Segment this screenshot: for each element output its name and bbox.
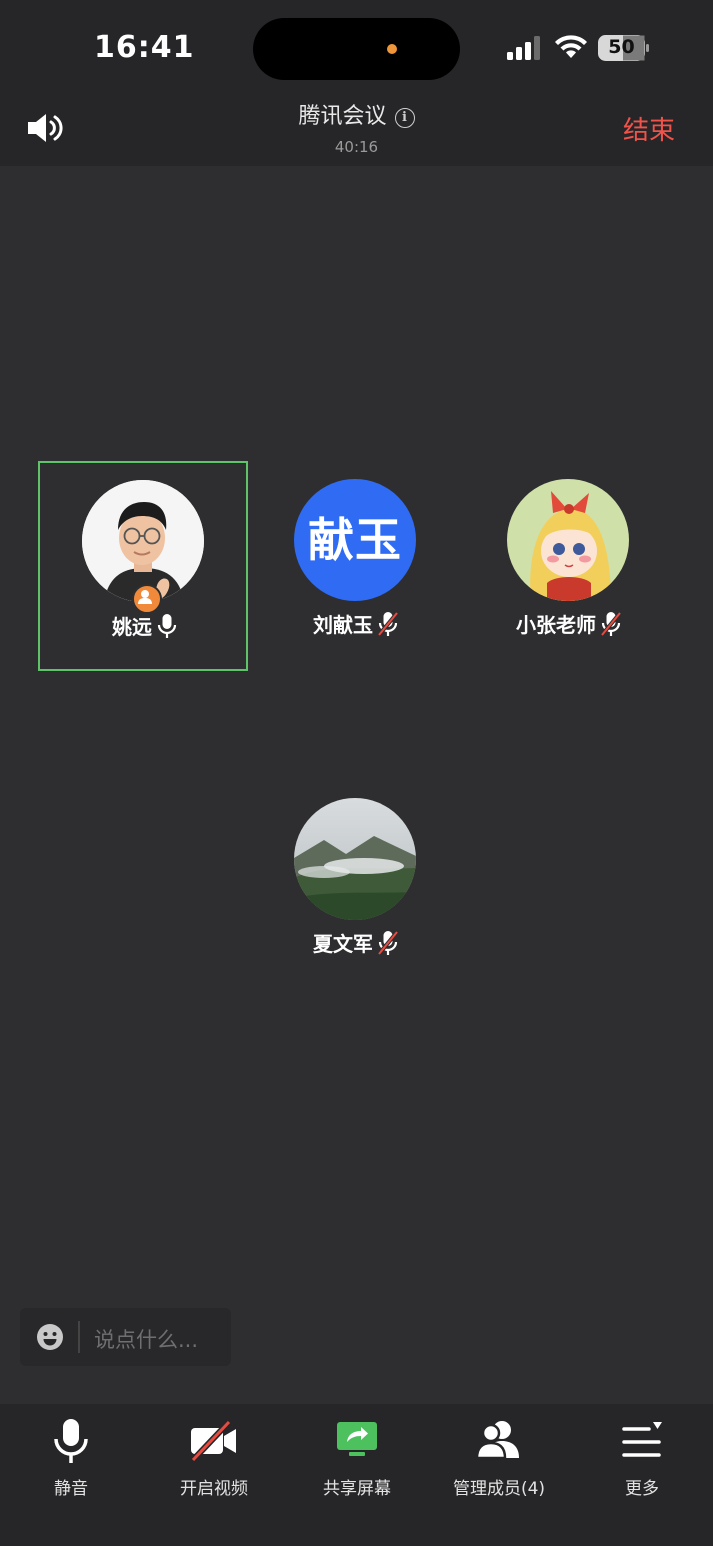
manage-members-button[interactable]: 管理成员(4) [429,1418,569,1499]
wifi-icon [555,35,587,58]
members-icon [475,1421,519,1460]
participant-name: 小张老师 [516,613,596,637]
more-menu-icon [622,1422,662,1457]
meeting-title: 腾讯会议 [298,104,387,129]
participant-tile-yaoyuan[interactable]: 姚远 [38,461,248,671]
status-time: 16:41 [94,30,195,65]
more-label: 更多 [625,1479,659,1499]
microphone-icon [54,1419,88,1463]
video-off-icon [190,1419,236,1463]
microphone-on-icon [157,614,177,638]
privacy-indicator-dot [387,44,397,54]
participant-name: 夏文军 [313,932,373,956]
participant-name-row: 姚远 [40,611,250,640]
start-video-label: 开启视频 [180,1479,248,1499]
meeting-header: 腾讯会议 i 40:16 结束 [0,96,713,166]
participant-tile-xiaozhang[interactable]: 小张老师 [464,461,674,671]
microphone-muted-icon [377,930,399,956]
share-screen-label: 共享屏幕 [323,1479,391,1499]
cellular-signal-icon [507,36,540,60]
participant-name: 刘献玉 [313,613,373,637]
chat-placeholder: 说点什么... [94,1328,199,1352]
status-bar: 16:41 50 [0,0,713,96]
bottom-toolbar: 静音 开启视频 共享屏幕 管理成员(4) 更多 [0,1404,713,1546]
meeting-title-wrap[interactable]: 腾讯会议 i [0,98,713,130]
end-meeting-button[interactable]: 结束 [623,110,675,147]
participant-tile-liuxianyu[interactable]: 献玉 刘献玉 [251,461,461,671]
more-button[interactable]: 更多 [572,1418,712,1499]
chat-input[interactable]: 说点什么... [20,1308,231,1366]
info-icon[interactable]: i [394,108,415,128]
start-video-button[interactable]: 开启视频 [144,1418,284,1499]
avatar-cartoon [507,479,629,601]
host-badge-icon [132,584,162,614]
emoji-icon[interactable] [36,1323,64,1351]
microphone-muted-icon [377,611,399,637]
mute-button[interactable]: 静音 [1,1418,141,1499]
chat-divider [78,1321,80,1353]
manage-members-label: 管理成员(4) [452,1479,546,1499]
mute-label: 静音 [54,1479,88,1499]
participant-name-row: 夏文军 [251,928,461,957]
share-screen-button[interactable]: 共享屏幕 [287,1418,427,1499]
participant-name-row: 小张老师 [464,609,674,638]
participant-name-row: 刘献玉 [251,609,461,638]
dynamic-island [253,18,460,80]
meeting-duration: 40:16 [334,138,379,156]
share-screen-icon [337,1422,377,1456]
battery-icon: 50 [598,35,650,61]
avatar-text: 献玉 [294,479,416,601]
participant-tile-xiawenjun[interactable]: 夏文军 [251,780,461,990]
battery-percent: 50 [608,36,635,58]
avatar-landscape [294,798,416,920]
participant-name: 姚远 [112,615,152,639]
microphone-muted-icon [600,611,622,637]
